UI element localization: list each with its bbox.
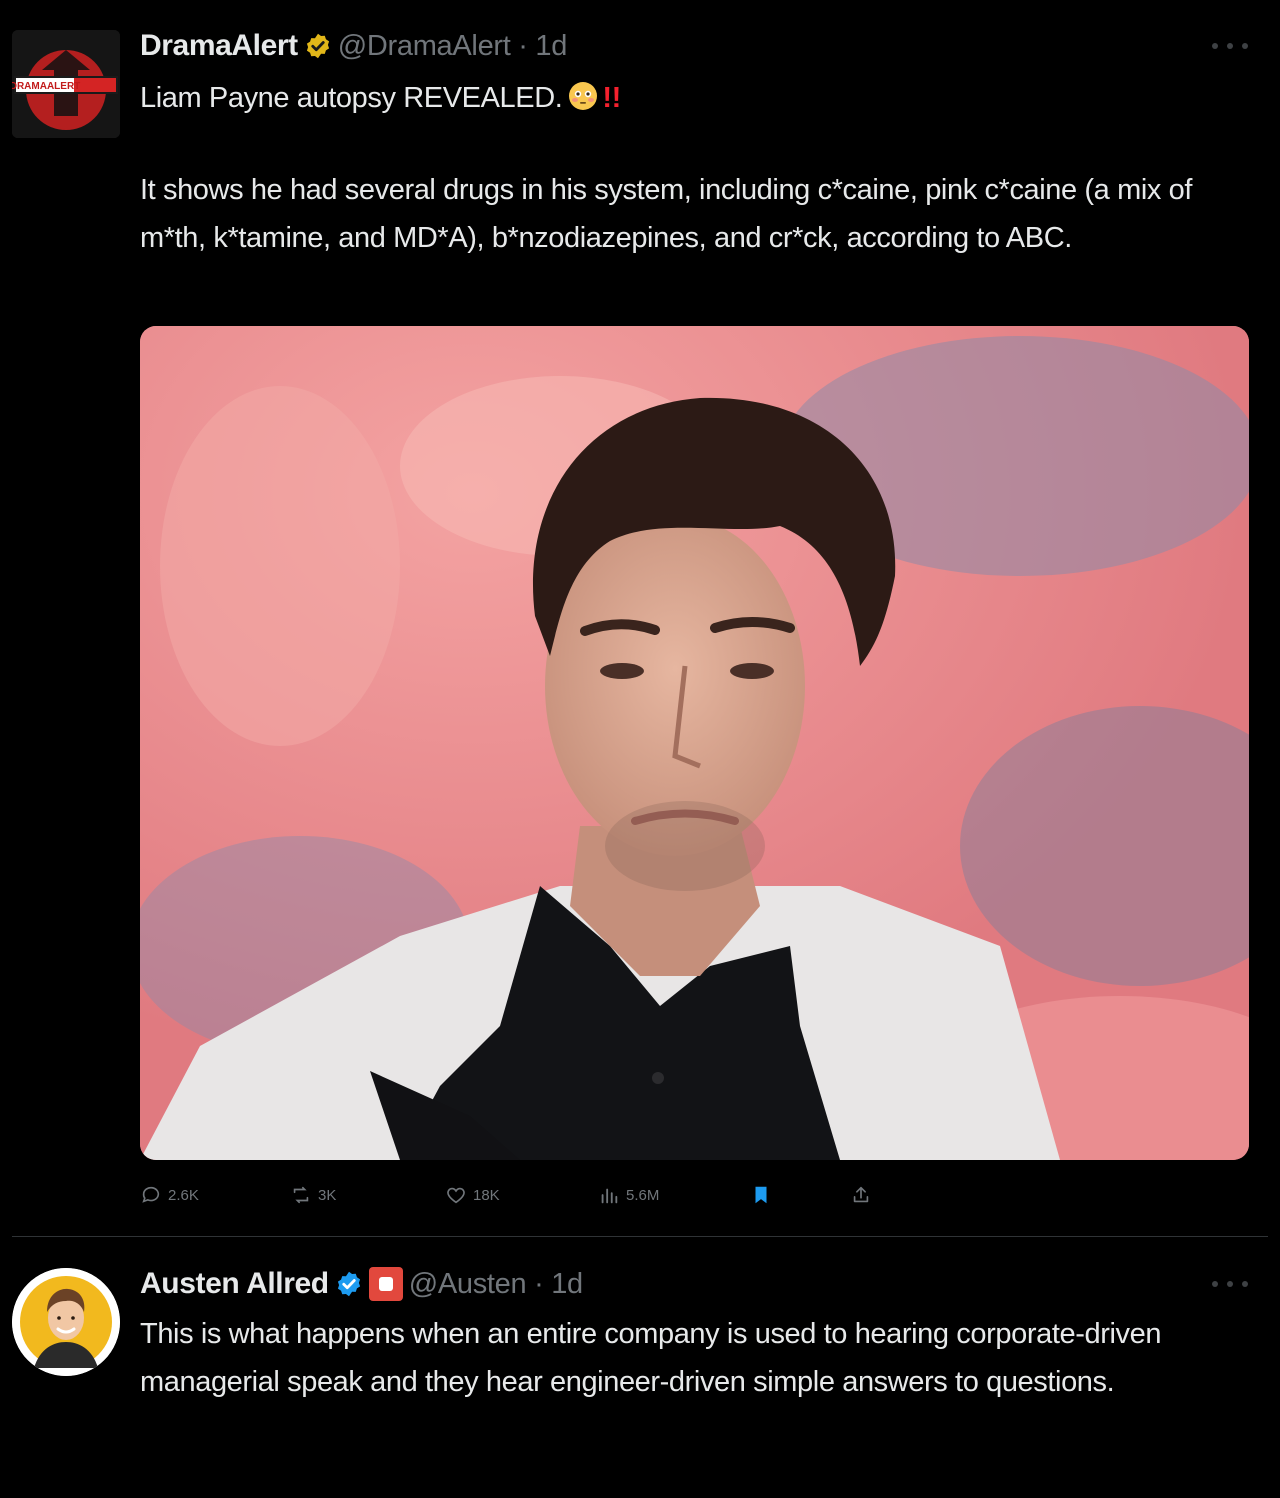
dramaalert-logo-icon: DRAMAALERT bbox=[12, 30, 120, 138]
flushed-face-emoji-icon bbox=[569, 82, 598, 110]
affiliation-badge-icon[interactable] bbox=[368, 1267, 403, 1301]
tweet-divider bbox=[12, 1236, 1268, 1237]
tweet-body-text: This is what happens when an entire comp… bbox=[140, 1318, 1162, 1398]
dramaalert-avatar[interactable]: DRAMAALERT bbox=[12, 30, 120, 138]
like-count: 18K bbox=[473, 1186, 500, 1204]
liam-payne-portrait-image bbox=[140, 326, 1249, 1160]
speech-bubble-icon bbox=[142, 1186, 160, 1203]
more-options-icon[interactable] bbox=[1212, 40, 1248, 52]
repost-count: 3K bbox=[318, 1186, 337, 1204]
tweet-header: DramaAlert @DramaAlert · 1d bbox=[140, 26, 567, 66]
verified-blue-badge-icon bbox=[335, 1270, 363, 1298]
double-exclamation-icon: !! bbox=[602, 82, 621, 114]
handle-and-timestamp[interactable]: @Austen · 1d bbox=[409, 1268, 583, 1301]
views-button[interactable]: 5.6M bbox=[598, 1178, 659, 1212]
tweet-headline: Liam Payne autopsy REVEALED. !! bbox=[140, 74, 1250, 122]
headline-text: Liam Payne autopsy REVEALED. bbox=[140, 82, 563, 114]
more-options-icon[interactable] bbox=[1212, 1278, 1248, 1290]
tweet-header: Austen Allred @Austen · 1d bbox=[140, 1264, 583, 1304]
austen-avatar[interactable] bbox=[12, 1268, 120, 1376]
display-name[interactable]: DramaAlert bbox=[140, 29, 298, 63]
tweet-dramaalert[interactable]: DRAMAALERT DramaAlert @DramaAlert · 1d L… bbox=[0, 0, 1280, 1232]
bookmark-button[interactable] bbox=[750, 1178, 772, 1212]
upload-arrow-icon bbox=[853, 1186, 869, 1203]
share-button[interactable] bbox=[850, 1178, 872, 1212]
repost-button[interactable]: 3K bbox=[290, 1178, 336, 1212]
verified-gold-badge-icon bbox=[304, 32, 332, 60]
tweet-actions-bar: 2.6K 3K 18K 5.6M bbox=[140, 1178, 900, 1212]
tweet-body-text: It shows he had several drugs in his sys… bbox=[140, 174, 1193, 254]
heart-icon bbox=[447, 1187, 465, 1204]
bar-chart-icon bbox=[601, 1188, 618, 1204]
bookmark-filled-icon bbox=[755, 1186, 767, 1204]
like-button[interactable]: 18K bbox=[445, 1178, 500, 1212]
views-count: 5.6M bbox=[626, 1186, 660, 1204]
tweet-media-photo[interactable] bbox=[140, 326, 1249, 1160]
reply-button[interactable]: 2.6K bbox=[140, 1178, 199, 1212]
cartoon-portrait-avatar-icon bbox=[12, 1268, 120, 1376]
reply-count: 2.6K bbox=[168, 1186, 199, 1204]
svg-text:DRAMAALERT: DRAMAALERT bbox=[12, 81, 80, 92]
repost-arrows-icon bbox=[293, 1186, 309, 1204]
display-name[interactable]: Austen Allred bbox=[140, 1267, 329, 1301]
handle-and-timestamp[interactable]: @DramaAlert · 1d bbox=[338, 30, 568, 63]
